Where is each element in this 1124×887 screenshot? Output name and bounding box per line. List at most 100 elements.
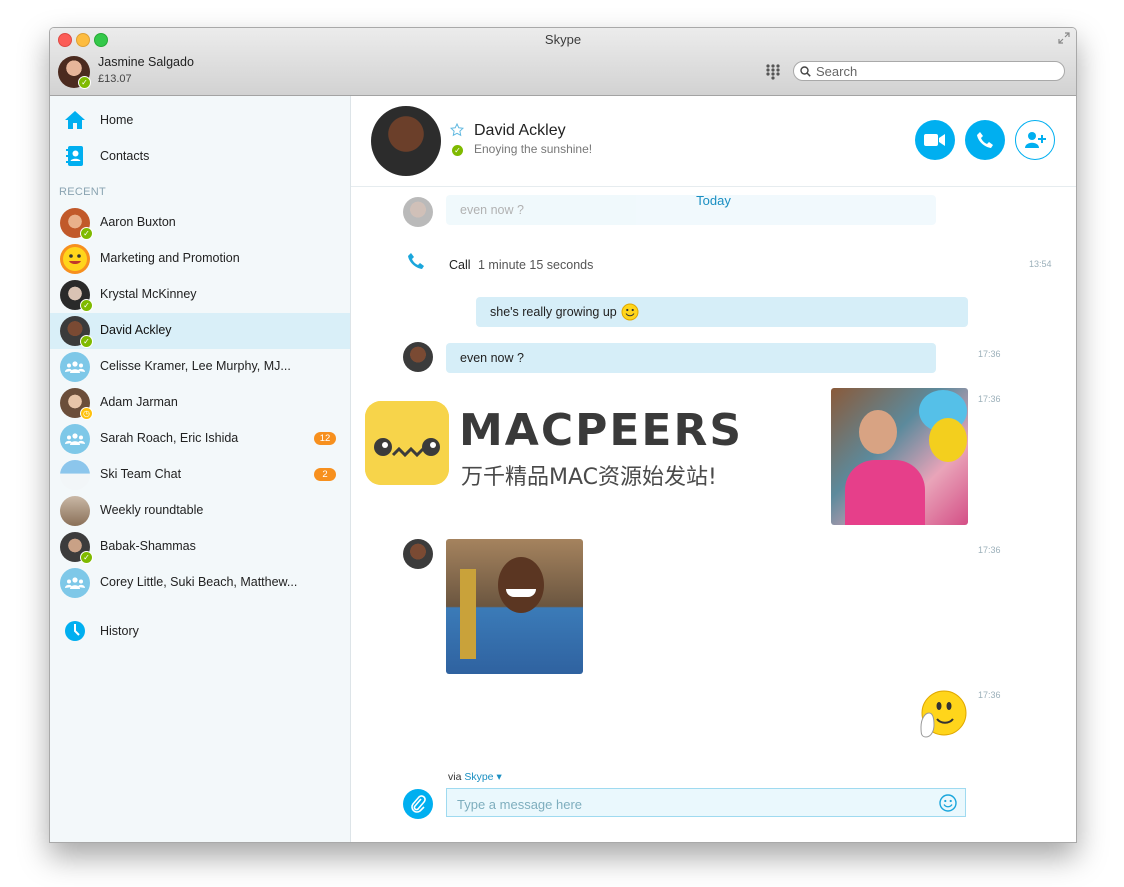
shared-photo-boy[interactable] bbox=[446, 539, 583, 674]
add-people-button[interactable] bbox=[1015, 120, 1055, 160]
chevron-down-icon[interactable]: ▾ bbox=[494, 771, 501, 783]
call-label: Call bbox=[449, 258, 471, 272]
ski-photo-avatar bbox=[60, 460, 90, 490]
skype-window: Skype ✓ Jasmine Salgado £13.07 Search Ho… bbox=[49, 27, 1077, 843]
conversation-header: ✓ David Ackley Enoying the sunshine! bbox=[351, 96, 1076, 187]
recent-item-name: David Ackley bbox=[100, 323, 172, 337]
skype-credit[interactable]: £13.07 bbox=[98, 73, 132, 85]
contact-avatar[interactable] bbox=[371, 106, 441, 176]
clock-icon bbox=[65, 621, 85, 641]
message-timestamp: 13:54 bbox=[1029, 259, 1052, 269]
message-text: she's really growing up bbox=[490, 305, 617, 319]
date-separator: Today bbox=[696, 193, 731, 208]
nav-history-label: History bbox=[100, 624, 139, 638]
conversation-pane: ✓ David Ackley Enoying the sunshine! eve… bbox=[351, 96, 1076, 842]
nav-contacts[interactable]: Contacts bbox=[50, 138, 350, 174]
compose-area: via Skype ▾ bbox=[351, 764, 1076, 842]
my-display-name[interactable]: Jasmine Salgado bbox=[98, 55, 194, 69]
recent-section-header: RECENT bbox=[59, 186, 107, 198]
online-presence-icon: ✓ bbox=[80, 299, 93, 312]
recent-item-celisse-group[interactable]: Celisse Kramer, Lee Murphy, MJ... bbox=[50, 349, 350, 385]
recent-item-weekly-roundtable[interactable]: Weekly roundtable bbox=[50, 493, 350, 529]
recent-item-marketing[interactable]: Marketing and Promotion bbox=[50, 241, 350, 277]
video-call-button[interactable] bbox=[915, 120, 955, 160]
recent-item-name: Ski Team Chat bbox=[100, 467, 182, 481]
recent-item-name: Krystal McKinney bbox=[100, 287, 197, 301]
recent-item-krystal-mckinney[interactable]: ✓ Krystal McKinney bbox=[50, 277, 350, 313]
online-presence-icon: ✓ bbox=[80, 227, 93, 240]
message-input-box[interactable] bbox=[446, 788, 966, 817]
audio-call-button[interactable] bbox=[965, 120, 1005, 160]
paperclip-icon bbox=[411, 795, 426, 813]
via-prefix: via bbox=[448, 771, 465, 783]
search-icon bbox=[800, 65, 811, 77]
online-presence-icon: ✓ bbox=[80, 335, 93, 348]
call-duration: 1 minute 15 seconds bbox=[478, 258, 594, 272]
via-service-link[interactable]: Skype bbox=[464, 771, 493, 783]
recent-item-ski-team-chat[interactable]: Ski Team Chat 2 bbox=[50, 457, 350, 493]
watermark-title: MACPEERS bbox=[459, 405, 744, 456]
message-list: even now ? Today Call 1 minute 15 second… bbox=[351, 187, 1076, 767]
my-avatar[interactable]: ✓ bbox=[58, 56, 91, 89]
recent-item-name: Babak-Shammas bbox=[100, 539, 196, 553]
unread-count-badge: 2 bbox=[314, 468, 336, 481]
recent-item-adam-jarman[interactable]: ◷ Adam Jarman bbox=[50, 385, 350, 421]
received-message-bubble: even now ? bbox=[446, 343, 936, 373]
emoticon-picker-icon[interactable] bbox=[939, 794, 957, 812]
sidebar: Home Contacts RECENT ✓ Aaron Buxton Mark… bbox=[50, 96, 351, 842]
message-input[interactable] bbox=[455, 793, 929, 815]
message-text: even now ? bbox=[460, 351, 524, 365]
watermark-subtitle: 万千精品MAC资源始发站! bbox=[461, 465, 717, 490]
away-presence-icon: ◷ bbox=[80, 407, 93, 420]
online-presence-icon: ✓ bbox=[78, 76, 91, 89]
wave-emoticon-icon bbox=[920, 690, 967, 738]
recent-item-aaron-buxton[interactable]: ✓ Aaron Buxton bbox=[50, 205, 350, 241]
shared-photo-girl[interactable] bbox=[831, 388, 968, 525]
fullscreen-icon[interactable] bbox=[1058, 32, 1070, 44]
recent-item-name: Corey Little, Suki Beach, Matthew... bbox=[100, 575, 298, 589]
recent-item-name: Adam Jarman bbox=[100, 395, 178, 409]
nav-history[interactable]: History bbox=[50, 613, 350, 649]
group-icon bbox=[60, 568, 90, 598]
nav-home-label: Home bbox=[100, 113, 134, 127]
recent-item-name: Marketing and Promotion bbox=[100, 251, 240, 265]
nav-home[interactable]: Home bbox=[50, 102, 350, 138]
contact-mood-message: Enoying the sunshine! bbox=[474, 142, 593, 156]
photo-avatar bbox=[60, 496, 90, 526]
recent-item-name: Aaron Buxton bbox=[100, 215, 176, 229]
online-presence-icon: ✓ bbox=[80, 551, 93, 564]
unread-count-badge: 12 bbox=[314, 432, 336, 445]
smiley-avatar-icon bbox=[60, 244, 90, 274]
recent-item-david-ackley[interactable]: ✓ David Ackley bbox=[50, 313, 350, 349]
recent-item-corey-group[interactable]: Corey Little, Suki Beach, Matthew... bbox=[50, 565, 350, 601]
via-selector[interactable]: via Skype ▾ bbox=[448, 771, 502, 783]
recent-item-name: Sarah Roach, Eric Ishida bbox=[100, 431, 239, 445]
recent-item-sarah-eric[interactable]: Sarah Roach, Eric Ishida 12 bbox=[50, 421, 350, 457]
online-presence-icon: ✓ bbox=[451, 144, 464, 157]
add-person-icon bbox=[1025, 132, 1046, 148]
recent-item-name: Weekly roundtable bbox=[100, 503, 204, 517]
search-box[interactable] bbox=[793, 61, 1065, 81]
smile-emoticon-icon bbox=[621, 303, 639, 321]
attach-file-button[interactable] bbox=[403, 789, 433, 819]
window-title: Skype bbox=[544, 32, 582, 47]
dialpad-icon[interactable] bbox=[766, 64, 780, 80]
favorite-star-icon[interactable] bbox=[450, 123, 464, 137]
phone-icon bbox=[977, 132, 993, 148]
recent-item-babak-shammas[interactable]: ✓ Babak-Shammas bbox=[50, 529, 350, 565]
phone-icon bbox=[408, 253, 424, 269]
group-icon bbox=[60, 424, 90, 454]
contact-small-avatar bbox=[403, 539, 433, 569]
contacts-book-icon bbox=[66, 146, 83, 166]
video-camera-icon bbox=[924, 134, 945, 146]
message-timestamp: 17:36 bbox=[978, 394, 1001, 404]
contact-name[interactable]: David Ackley bbox=[474, 122, 566, 140]
search-input[interactable] bbox=[814, 62, 1058, 80]
message-timestamp: 17:36 bbox=[978, 349, 1001, 359]
group-icon bbox=[60, 352, 90, 382]
recent-item-name: Celisse Kramer, Lee Murphy, MJ... bbox=[100, 359, 291, 373]
message-timestamp: 17:36 bbox=[978, 690, 1001, 700]
home-icon bbox=[65, 111, 85, 129]
message-timestamp: 17:36 bbox=[978, 545, 1001, 555]
contact-small-avatar bbox=[403, 342, 433, 372]
